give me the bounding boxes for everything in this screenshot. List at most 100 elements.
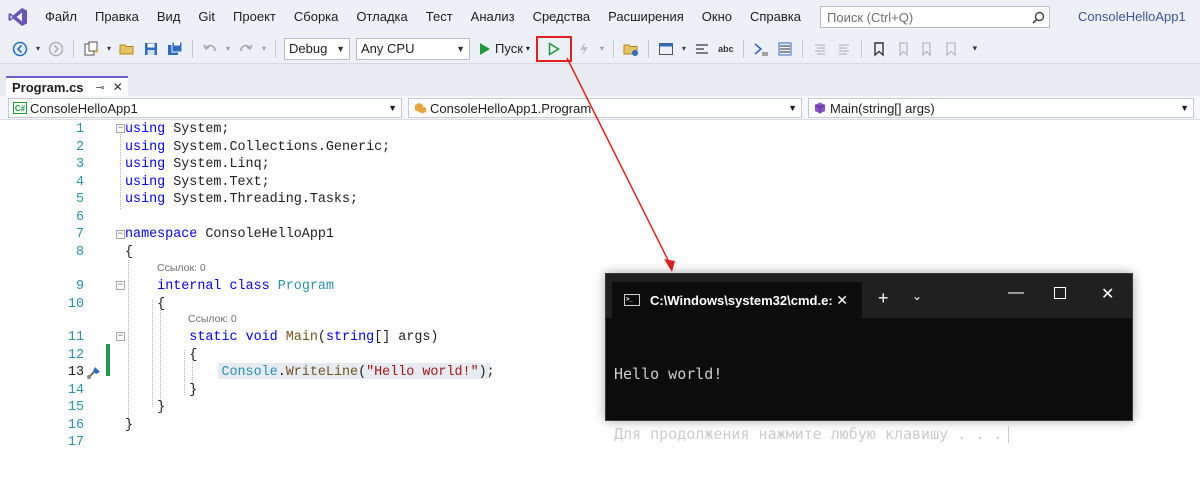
code-line[interactable]: 17: [0, 434, 600, 452]
class-dropdown[interactable]: ConsoleHelloApp1.Program ▼: [408, 98, 802, 118]
code-line[interactable]: 12 {: [0, 347, 600, 365]
spell-check-icon[interactable]: abc: [716, 39, 736, 59]
dropdown-arrow-icon[interactable]: ▾: [680, 39, 688, 59]
redo-icon[interactable]: [236, 39, 256, 59]
bookmark-icon[interactable]: [869, 39, 889, 59]
next-bookmark-icon[interactable]: [917, 39, 937, 59]
align-icon[interactable]: [692, 39, 712, 59]
menu-item[interactable]: Правка: [86, 0, 148, 34]
comment-icon[interactable]: [810, 39, 830, 59]
window-layout-icon[interactable]: [656, 39, 676, 59]
menu-item[interactable]: Расширения: [599, 0, 693, 34]
start-debugging-button[interactable]: Пуск ▾: [479, 41, 530, 56]
menu-item[interactable]: Файл: [36, 0, 86, 34]
step-over-icon[interactable]: [775, 39, 795, 59]
solution-configuration-dropdown[interactable]: Debug ▼: [284, 37, 350, 60]
document-tab-strip: Program.cs ⊸ ✕: [0, 64, 1200, 96]
navigate-forward-icon[interactable]: [46, 39, 66, 59]
console-tab[interactable]: >_ C:\Windows\system32\cmd.e: ✕: [612, 282, 862, 318]
open-file-icon[interactable]: [117, 39, 137, 59]
line-number: 8: [75, 244, 84, 260]
code-line[interactable]: 3 using System.Linq;: [0, 156, 600, 174]
code-token: class: [229, 279, 270, 294]
tab-program-cs[interactable]: Program.cs ⊸ ✕: [6, 76, 128, 96]
dropdown-arrow-icon[interactable]: ▾: [105, 39, 113, 59]
line-number: 6: [75, 209, 84, 225]
menu-item[interactable]: Тест: [417, 0, 462, 34]
code-text: using System.Collections.Generic;: [125, 139, 390, 157]
code-token: namespace: [125, 227, 198, 242]
references-hint[interactable]: Ссылок: 0: [157, 262, 206, 274]
uncomment-icon[interactable]: [834, 39, 854, 59]
start-without-debugging-button[interactable]: [535, 35, 572, 62]
code-line[interactable]: 5 using System.Threading.Tasks;: [0, 191, 600, 209]
dropdown-arrow-icon[interactable]: ▾: [224, 39, 232, 59]
clear-bookmarks-icon[interactable]: [941, 39, 961, 59]
chevron-down-icon[interactable]: ▾: [526, 44, 530, 53]
menu-item[interactable]: Сборка: [285, 0, 348, 34]
minimize-icon[interactable]: —: [1008, 284, 1024, 302]
menu-item[interactable]: Анализ: [462, 0, 524, 34]
code-line[interactable]: 1 using System;: [0, 121, 600, 139]
close-icon[interactable]: ✕: [113, 80, 123, 94]
code-line[interactable]: 6: [0, 209, 600, 227]
close-window-icon[interactable]: ✕: [1101, 284, 1114, 304]
console-titlebar: >_ C:\Windows\system32\cmd.e: ✕ + ⌄ — ✕: [606, 274, 1132, 318]
console-window[interactable]: >_ C:\Windows\system32\cmd.e: ✕ + ⌄ — ✕ …: [605, 273, 1133, 443]
code-line[interactable]: 8{: [0, 244, 600, 262]
visual-studio-logo-icon[interactable]: [0, 0, 36, 34]
hot-reload-icon[interactable]: [574, 39, 594, 59]
menu-item[interactable]: Вид: [148, 0, 190, 34]
save-icon[interactable]: [141, 39, 161, 59]
new-tab-icon[interactable]: +: [878, 288, 889, 309]
line-number: 15: [67, 400, 84, 415]
search-icon[interactable]: [1027, 7, 1049, 27]
maximize-icon[interactable]: [1054, 286, 1066, 304]
code-line[interactable]: 7 namespace ConsoleHelloApp1: [0, 226, 600, 244]
toolbar-separator: [647, 39, 649, 58]
browse-folder-icon[interactable]: [621, 39, 641, 59]
previous-bookmark-icon[interactable]: [893, 39, 913, 59]
dropdown-arrow-icon[interactable]: ▾: [34, 39, 42, 59]
close-tab-icon[interactable]: ✕: [836, 292, 848, 309]
line-number: 11: [67, 330, 84, 345]
console-output[interactable]: Hello world! Для продолжения нажмите люб…: [614, 324, 1010, 484]
step-into-icon[interactable]: [751, 39, 771, 59]
code-line[interactable]: 14 }: [0, 382, 600, 400]
code-line[interactable]: 4 using System.Text;: [0, 174, 600, 192]
pin-icon[interactable]: ⊸: [96, 81, 105, 94]
menu-item[interactable]: Проект: [224, 0, 285, 34]
menu-item[interactable]: Git: [189, 0, 224, 34]
references-hint[interactable]: Ссылок: 0: [188, 313, 237, 325]
code-line[interactable]: 16}: [0, 417, 600, 435]
code-token: using: [125, 174, 166, 190]
menu-item[interactable]: Справка: [741, 0, 810, 34]
code-line[interactable]: 15 }: [0, 399, 600, 417]
project-dropdown[interactable]: C# ConsoleHelloApp1 ▼: [8, 98, 402, 118]
new-project-icon[interactable]: [81, 39, 101, 59]
undo-icon[interactable]: [200, 39, 220, 59]
code-line[interactable]: 2 using System.Collections.Generic;: [0, 139, 600, 157]
code-line[interactable]: 11 static void Main(string[] args): [0, 329, 600, 347]
menu-item[interactable]: Окно: [693, 0, 741, 34]
code-line[interactable]: 13 Console.WriteLine("Hello world!");: [0, 364, 600, 382]
text-cursor: [1008, 426, 1010, 443]
navigate-back-icon[interactable]: [10, 39, 30, 59]
chevron-down-icon[interactable]: ⌄: [912, 289, 922, 303]
dropdown-arrow-icon[interactable]: ▾: [260, 39, 268, 59]
search-input[interactable]: Поиск (Ctrl+Q): [820, 6, 1050, 28]
code-token: System.Linq;: [165, 157, 270, 172]
member-dropdown[interactable]: Main(string[] args) ▼: [808, 98, 1194, 118]
save-all-icon[interactable]: [165, 39, 185, 59]
toolbar-overflow-icon[interactable]: ▾: [965, 39, 985, 59]
solution-platform-dropdown[interactable]: Any CPU ▼: [356, 37, 470, 60]
code-line[interactable]: 9 internal class Program: [0, 278, 600, 296]
menu-item[interactable]: Средства: [524, 0, 600, 34]
line-number: 9: [75, 279, 84, 294]
code-token: {: [125, 347, 198, 363]
code-line[interactable]: 10 {: [0, 296, 600, 314]
dropdown-arrow-icon[interactable]: ▾: [598, 39, 606, 59]
menu-item[interactable]: Отладка: [347, 0, 416, 34]
line-number: 17: [67, 435, 84, 450]
